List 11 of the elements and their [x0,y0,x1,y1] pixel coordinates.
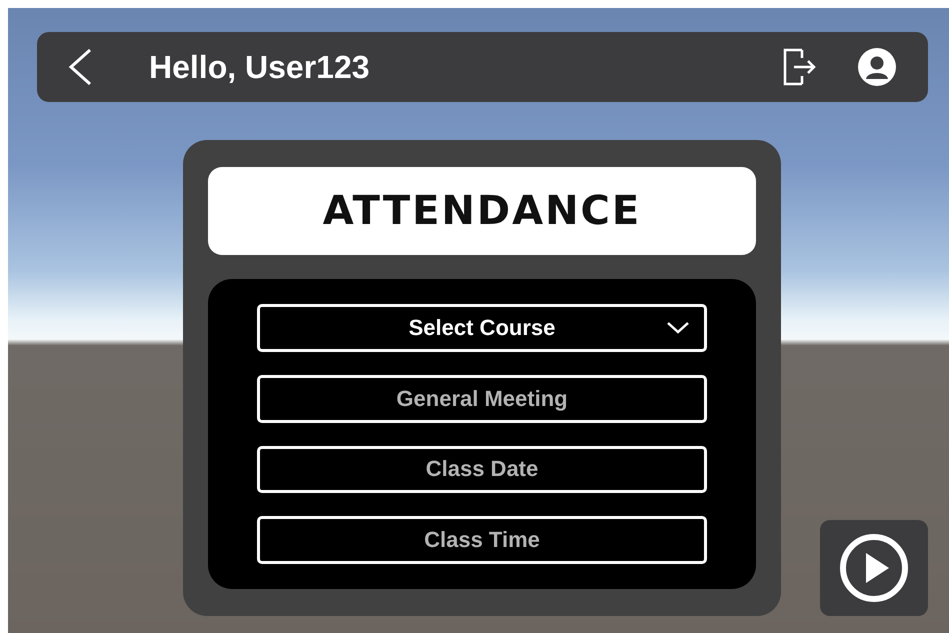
course-dropdown[interactable]: Select Course [257,304,707,352]
input-field[interactable]: Class Time [257,516,707,564]
input-field[interactable]: General Meeting [257,374,707,422]
greeting-title: Hello, User123 [149,48,371,86]
card-heading: ATTENDANCE [322,188,642,234]
back-icon[interactable] [67,48,93,86]
input-field[interactable]: Class Date [257,446,707,494]
profile-icon[interactable] [858,48,896,86]
caret-icon [666,321,690,335]
play-button[interactable] [820,520,928,616]
logout-icon[interactable] [782,48,818,86]
